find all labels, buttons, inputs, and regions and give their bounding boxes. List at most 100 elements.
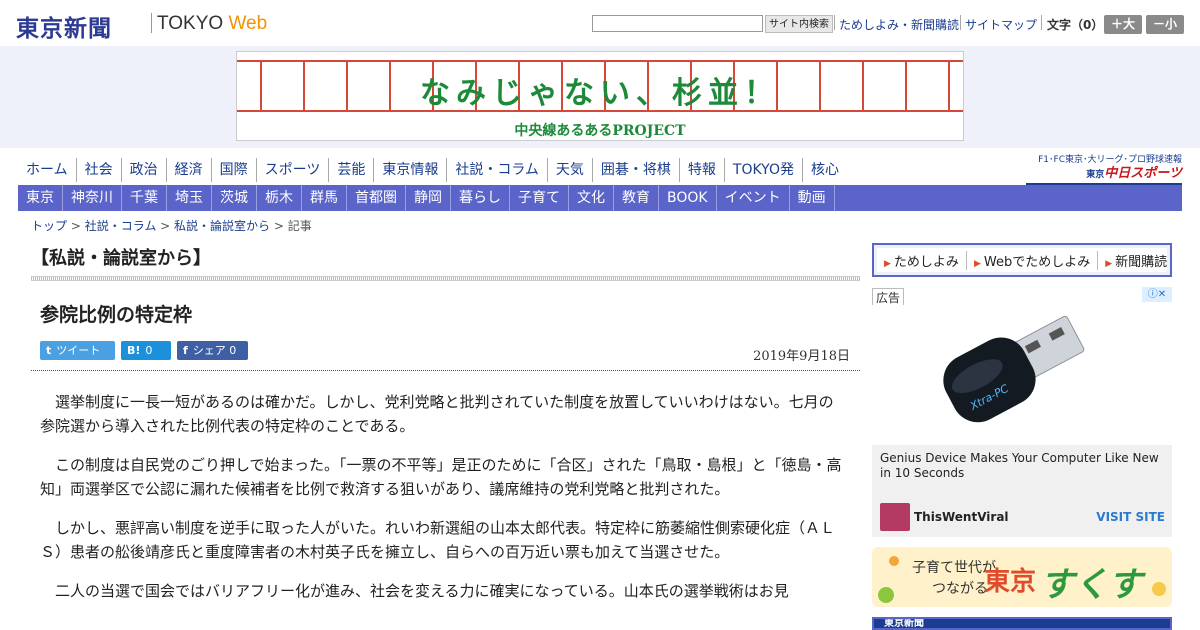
region-nav-item[interactable]: 埼玉 (167, 185, 212, 211)
region-nav-item[interactable]: 首都圏 (347, 185, 406, 211)
ad-source: ThisWentViral (914, 510, 1009, 524)
banner-subtitle: 中央線あるあるPROJECT (514, 123, 686, 139)
main-nav-item[interactable]: 特報 (678, 158, 724, 182)
breadcrumb: トップ > 社説・コラム > 私説・論説室から > 記事 (31, 217, 312, 234)
chunichi-sports-tagline: F1･FC東京･大リーグ･プロ野球速報 (1038, 155, 1182, 165)
region-nav-item[interactable]: 子育て (510, 185, 569, 211)
article-title: 参院比例の特定枠 (40, 304, 193, 326)
region-nav-item[interactable]: 教育 (614, 185, 659, 211)
ad-image[interactable]: Xtra-PC (872, 305, 1172, 445)
chunichi-brand-name: 中日スポーツ (1104, 166, 1182, 181)
ad-text-box[interactable]: Genius Device Makes Your Computer Like N… (872, 445, 1172, 537)
tokyo-sukusuku-banner[interactable]: 子育て世代が つながる 東京 すくすく (872, 547, 1172, 607)
header-divider (1041, 15, 1042, 30)
hatena-bookmark-button[interactable]: B! 0 (121, 341, 171, 360)
region-nav-item[interactable]: BOOK (659, 185, 717, 211)
facebook-share-count: 0 (229, 344, 237, 357)
main-nav-item[interactable]: 天気 (546, 158, 592, 182)
breadcrumb-separator: > (156, 219, 175, 233)
sukusuku-tagline-2: つながる (932, 581, 988, 597)
region-nav-item[interactable]: 神奈川 (63, 185, 122, 211)
article-paragraph: この制度は自民党のごり押しで始まった。「一票の不平等」是正のために「合区」された… (40, 456, 842, 498)
region-nav-item[interactable]: 群馬 (302, 185, 347, 211)
breadcrumb-current: 記事 (287, 219, 312, 233)
site-header: 東京新聞 TOKYO Web サイト内検索 ためしよみ・新聞購読 サイトマップ … (0, 0, 1200, 46)
hatena-count: 0 (145, 344, 153, 357)
arrow-right-icon: ▶ (884, 258, 891, 269)
chunichi-sports-link[interactable]: F1･FC東京･大リーグ･プロ野球速報 東京中日スポーツ (1026, 154, 1182, 185)
region-nav-item[interactable]: 茨城 (212, 185, 257, 211)
facebook-share-label: シェア (192, 344, 226, 357)
article-paragraph: 二人の当選で国会ではバリアフリー化が進み、社会を変える力に確実になっている。山本… (55, 582, 789, 600)
section-divider (31, 276, 860, 281)
ad-headline[interactable]: Genius Device Makes Your Computer Like N… (880, 451, 1164, 481)
tweet-label: ツイート (56, 344, 101, 357)
usb-drive-image: Xtra-PC (943, 315, 1085, 423)
font-bigger-button[interactable]: ＋大 (1104, 15, 1142, 34)
region-nav-item[interactable]: 静岡 (406, 185, 451, 211)
main-nav-item[interactable]: 国際 (210, 158, 256, 182)
site-search-button[interactable]: サイト内検索 (765, 15, 833, 33)
font-smaller-button[interactable]: －小 (1146, 15, 1184, 34)
trial-read-link[interactable]: ▶ ためしよみ (877, 251, 966, 270)
banner-title: なみじゃない、杉並！ (420, 76, 780, 111)
header-divider (834, 15, 835, 30)
trial-subscribe-link[interactable]: ためしよみ・新聞購読 (839, 16, 959, 33)
main-nav-item[interactable]: 囲碁・将棋 (591, 158, 679, 182)
main-nav-item[interactable]: 政治 (120, 158, 166, 182)
region-nav: 東京 神奈川 千葉 埼玉 茨城 栃木 群馬 首都圏 静岡 暮らし 子育て 文化 教育 BOOK イベント 動画 (18, 185, 1182, 211)
tweet-button[interactable]: t ツイート (40, 341, 115, 360)
header-divider (960, 15, 961, 30)
font-size-label: 文字（0） (1047, 18, 1104, 32)
article-date: 2019年9月18日 (753, 349, 850, 364)
sukusuku-title-tokyo: 東京 (984, 567, 1037, 597)
article-header-divider (31, 370, 860, 371)
region-nav-item[interactable]: イベント (717, 185, 790, 211)
main-nav-item[interactable]: ホーム (18, 158, 76, 182)
logo-en-web: Web (228, 13, 268, 34)
logo-en-tokyo: TOKYO (157, 13, 229, 34)
section-heading: 【私説・論説室から】 (31, 248, 211, 269)
sitemap-link[interactable]: サイトマップ (965, 16, 1037, 33)
region-nav-item[interactable]: 栃木 (257, 185, 302, 211)
site-logo[interactable]: 東京新聞 (16, 9, 112, 43)
visit-site-button[interactable]: VISIT SITE (1096, 510, 1165, 524)
main-nav-item[interactable]: 芸能 (328, 158, 373, 182)
subscription-box: ▶ ためしよみ ▶ Webでためしよみ ▶ 新聞購読 (872, 243, 1172, 277)
breadcrumb-separator: > (67, 219, 85, 233)
breadcrumb-column[interactable]: 私説・論説室から (174, 219, 270, 233)
chunichi-brand-prefix: 東京 (1086, 170, 1105, 180)
subscription-links: ▶ ためしよみ ▶ Webでためしよみ ▶ 新聞購読 (877, 248, 1167, 272)
site-search-input[interactable] (592, 15, 763, 32)
chunichi-sports-logo: 東京中日スポーツ (1026, 166, 1182, 185)
region-nav-item[interactable]: 東京 (18, 185, 63, 211)
main-nav-item[interactable]: 経済 (165, 158, 211, 182)
breadcrumb-top[interactable]: トップ (31, 219, 67, 233)
main-nav-item[interactable]: 核心 (801, 158, 847, 182)
sukusuku-title: すくすく (1040, 565, 1142, 605)
article-paragraph: しかし、悪評高い制度を逆手に取った人がいた。れいわ新選組の山本太郎代表。特定枠に… (40, 519, 836, 561)
site-logo-english[interactable]: TOKYO Web (157, 13, 267, 35)
article-body: 選挙制度に一長一短があるのは確かだ。しかし、党利党略と批判されていた制度を放置し… (40, 390, 846, 618)
subscribe-label: 新聞購読 (1115, 254, 1168, 270)
web-trial-label: Webでためしよみ (983, 254, 1091, 270)
banner-ad[interactable]: なみじゃない、杉並！ 中央線あるあるPROJECT (236, 51, 964, 141)
region-nav-item[interactable]: 文化 (569, 185, 614, 211)
main-nav-item[interactable]: TOKYO発 (723, 158, 802, 182)
ad-source-thumbnail (880, 503, 910, 531)
main-nav-item[interactable]: 社会 (75, 158, 121, 182)
tokyo-shimbun-banner[interactable]: 東京新聞 (872, 617, 1172, 630)
breadcrumb-editorial[interactable]: 社説・コラム (85, 219, 157, 233)
facebook-share-button[interactable]: f シェア 0 (177, 341, 248, 360)
adchoices-icon[interactable]: ⓘ✕ (1142, 287, 1172, 302)
web-trial-link[interactable]: ▶ Webでためしよみ (965, 250, 1097, 270)
main-nav-item[interactable]: 社説・コラム (446, 158, 547, 182)
main-nav-item[interactable]: 東京情報 (373, 158, 446, 182)
arrow-right-icon: ▶ (1105, 258, 1113, 269)
main-nav-item[interactable]: スポーツ (255, 158, 329, 182)
region-nav-item[interactable]: 動画 (790, 185, 835, 211)
region-nav-item[interactable]: 暮らし (451, 185, 510, 211)
region-nav-item[interactable]: 千葉 (122, 185, 167, 211)
subscribe-link[interactable]: ▶ 新聞購読 (1097, 250, 1174, 270)
main-nav: ホーム 社会 政治 経済 国際 スポーツ 芸能 東京情報 社説・コラム 天気 囲碁・将棋 特報 TOKY… (18, 158, 847, 182)
